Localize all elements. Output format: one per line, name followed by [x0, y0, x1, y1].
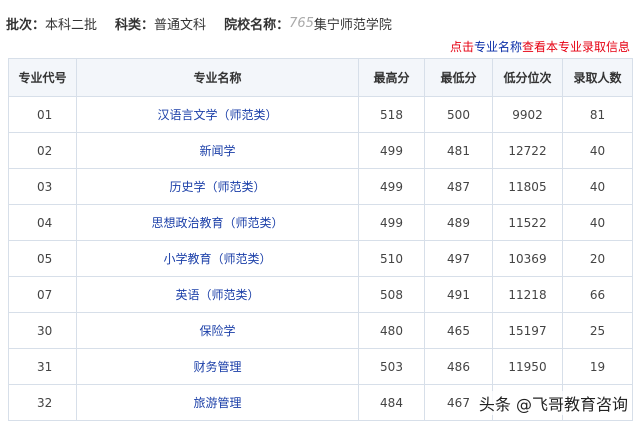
- major-code: 32: [8, 384, 77, 421]
- admitted-count: 20: [562, 240, 633, 277]
- watermark: 头条 @飞哥教育咨询: [474, 391, 632, 415]
- table-row: 03 历史学（师范类） 499 487 11805 40: [8, 168, 633, 205]
- major-name-link[interactable]: 新闻学: [76, 132, 359, 169]
- major-code: 03: [8, 168, 77, 205]
- min-score: 491: [424, 276, 493, 313]
- max-score: 499: [358, 204, 425, 241]
- min-score: 489: [424, 204, 493, 241]
- min-score: 487: [424, 168, 493, 205]
- min-score: 465: [424, 312, 493, 349]
- major-name-link[interactable]: 历史学（师范类）: [76, 168, 359, 205]
- table-row: 30 保险学 480 465 15197 25: [8, 312, 633, 349]
- min-score: 500: [424, 96, 493, 133]
- min-score: 486: [424, 348, 493, 385]
- school-name: 集宁师范学院: [313, 17, 392, 33]
- major-code: 07: [8, 276, 77, 313]
- header-min-rank: 低分位次: [492, 58, 563, 97]
- max-score: 499: [358, 168, 425, 205]
- header-min-score: 最低分: [424, 58, 493, 97]
- table-row: 07 英语（师范类） 508 491 11218 66: [8, 276, 633, 313]
- hint-major-name: 专业名称: [473, 40, 522, 54]
- school-code: 765: [289, 15, 314, 31]
- major-name-link[interactable]: 小学教育（师范类）: [76, 240, 359, 277]
- table-row: 02 新闻学 499 481 12722 40: [8, 132, 633, 169]
- min-rank: 11522: [492, 204, 563, 241]
- admitted-count: 81: [562, 96, 633, 133]
- min-rank: 10369: [492, 240, 563, 277]
- major-code: 05: [8, 240, 77, 277]
- table-row: 05 小学教育（师范类） 510 497 10369 20: [8, 240, 633, 277]
- header-max-score: 最高分: [358, 58, 425, 97]
- max-score: 518: [358, 96, 425, 133]
- major-name-link[interactable]: 思想政治教育（师范类）: [76, 204, 359, 241]
- admitted-count: 40: [562, 168, 633, 205]
- click-hint: 点击专业名称查看本专业录取信息: [450, 38, 630, 55]
- max-score: 480: [358, 312, 425, 349]
- batch-value: 本科二批: [45, 17, 98, 33]
- major-name-link[interactable]: 英语（师范类）: [76, 276, 359, 313]
- max-score: 508: [358, 276, 425, 313]
- admitted-count: 40: [562, 204, 633, 241]
- major-name-link[interactable]: 汉语言文学（师范类）: [76, 96, 359, 133]
- school-label: 院校名称：: [224, 17, 290, 33]
- max-score: 499: [358, 132, 425, 169]
- table-header-row: 专业代号 专业名称 最高分 最低分 低分位次 录取人数: [8, 58, 633, 97]
- min-rank: 11805: [492, 168, 563, 205]
- table-row: 04 思想政治教育（师范类） 499 489 11522 40: [8, 204, 633, 241]
- page-header: 批次： 本科二批 科类： 普通文科 院校名称： 765 集宁师范学院: [6, 12, 410, 34]
- min-rank: 11950: [492, 348, 563, 385]
- admitted-count: 40: [562, 132, 633, 169]
- major-code: 02: [8, 132, 77, 169]
- header-major-name: 专业名称: [76, 58, 359, 97]
- hint-suffix: 查看本专业录取信息: [521, 40, 630, 54]
- min-rank: 9902: [492, 96, 563, 133]
- major-name-link[interactable]: 保险学: [76, 312, 359, 349]
- hint-prefix: 点击: [449, 40, 474, 54]
- major-code: 30: [8, 312, 77, 349]
- admission-table: 专业代号 专业名称 最高分 最低分 低分位次 录取人数 01 汉语言文学（师范类…: [8, 58, 633, 421]
- admitted-count: 25: [562, 312, 633, 349]
- min-rank: 12722: [492, 132, 563, 169]
- subject-label: 科类：: [115, 17, 155, 33]
- batch-label: 批次：: [6, 17, 46, 33]
- table-row: 01 汉语言文学（师范类） 518 500 9902 81: [8, 96, 633, 133]
- admitted-count: 66: [562, 276, 633, 313]
- major-code: 04: [8, 204, 77, 241]
- max-score: 503: [358, 348, 425, 385]
- min-score: 497: [424, 240, 493, 277]
- admitted-count: 19: [562, 348, 633, 385]
- subject-value: 普通文科: [154, 17, 207, 33]
- major-name-link[interactable]: 旅游管理: [76, 384, 359, 421]
- major-code: 31: [8, 348, 77, 385]
- header-major-code: 专业代号: [8, 58, 77, 97]
- major-code: 01: [8, 96, 77, 133]
- max-score: 510: [358, 240, 425, 277]
- max-score: 484: [358, 384, 425, 421]
- header-admitted-count: 录取人数: [562, 58, 633, 97]
- min-rank: 15197: [492, 312, 563, 349]
- table-row: 31 财务管理 503 486 11950 19: [8, 348, 633, 385]
- major-name-link[interactable]: 财务管理: [76, 348, 359, 385]
- min-rank: 11218: [492, 276, 563, 313]
- min-score: 481: [424, 132, 493, 169]
